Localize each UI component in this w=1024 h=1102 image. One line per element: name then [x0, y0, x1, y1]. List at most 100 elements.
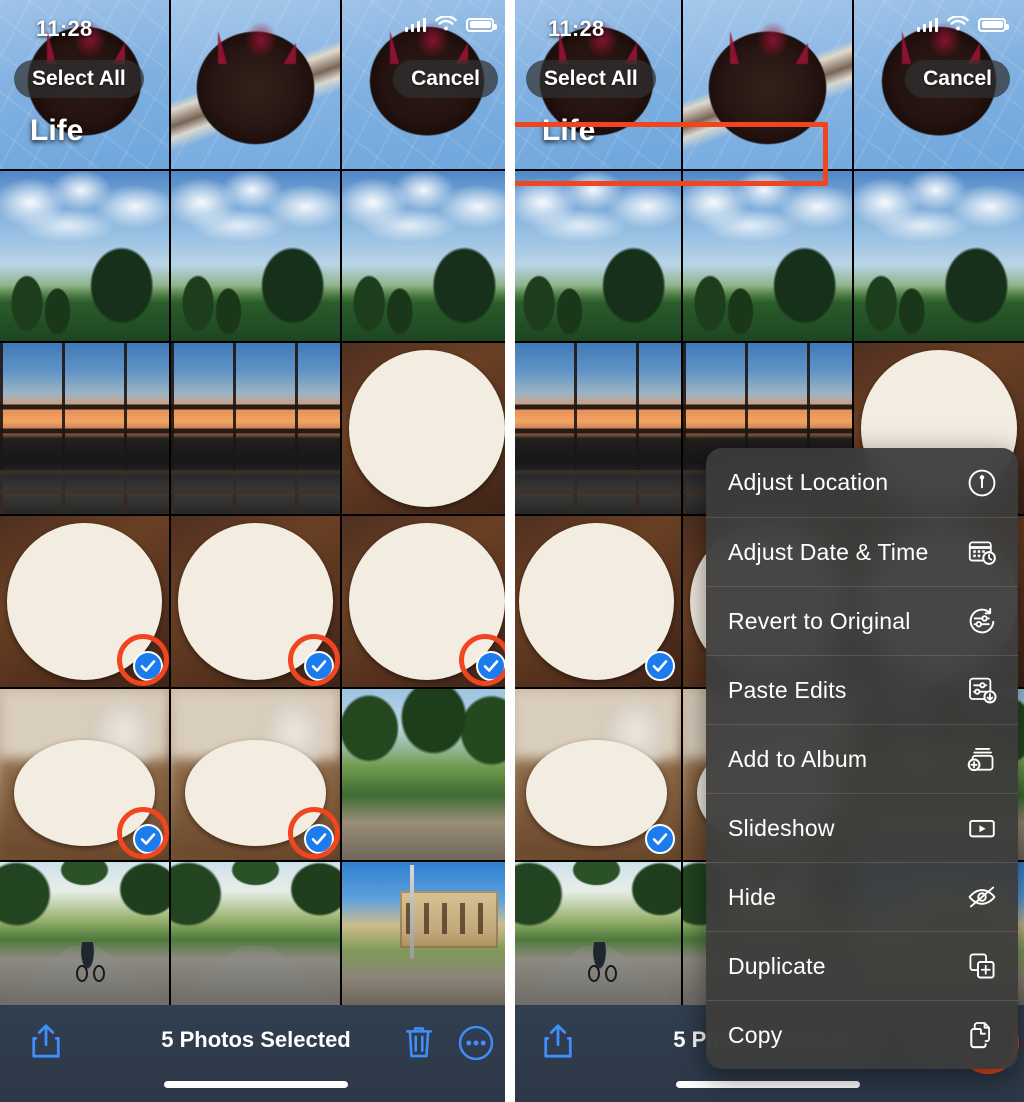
cancel-button[interactable]: Cancel [393, 60, 498, 98]
tree-line [854, 242, 1024, 341]
photo-cell[interactable] [854, 171, 1024, 341]
menu-item-label: Adjust Date & Time [728, 538, 929, 565]
photo-cell[interactable] [342, 171, 512, 341]
photo-thumbnail-sunset-2 [171, 343, 340, 514]
fruit-arrangement [536, 751, 658, 837]
menu-item-adjust-date-time[interactable]: Adjust Date & Time [706, 517, 1018, 586]
tree-canopy [171, 862, 340, 943]
calendar-clock-icon [966, 536, 998, 568]
menu-item-duplicate[interactable]: Duplicate [706, 931, 1018, 1000]
cellular-signal-icon [404, 17, 426, 32]
photo-cell[interactable] [512, 516, 681, 687]
duplicate-squares-icon [966, 950, 998, 982]
fruit-arrangement [357, 531, 496, 671]
selection-check-badge[interactable] [304, 824, 334, 854]
photo-thumbnail-building [342, 862, 512, 1005]
menu-item-slideshow[interactable]: Slideshow [706, 793, 1018, 862]
bicycle-wheel [604, 964, 617, 983]
menu-item-paste-edits[interactable]: Paste Edits [706, 655, 1018, 724]
photo-cell[interactable] [512, 862, 681, 1005]
photo-cell[interactable] [512, 171, 681, 341]
selection-check-badge[interactable] [645, 651, 675, 681]
fruit-arrangement [24, 751, 146, 837]
cancel-button[interactable]: Cancel [905, 60, 1010, 98]
photo-grid-left[interactable] [0, 0, 512, 1005]
photo-thumbnail-sunset-1 [0, 343, 169, 514]
battery-full-icon [466, 17, 497, 32]
photo-cell[interactable] [171, 689, 340, 860]
photo-cell[interactable] [342, 689, 512, 860]
menu-item-hide[interactable]: Hide [706, 862, 1018, 931]
album-title: Life [30, 114, 84, 147]
bicycle-wheel [588, 964, 600, 983]
photo-thumbnail-fruitplate-1 [342, 343, 512, 514]
bridge-railing-lower [512, 469, 681, 514]
photo-thumbnail-palms-2 [683, 171, 852, 341]
paste-edits-icon [966, 674, 998, 706]
photo-cell[interactable] [171, 343, 340, 514]
light-pole [410, 864, 414, 960]
selection-check-badge[interactable] [645, 824, 675, 854]
photo-cell[interactable] [0, 516, 169, 687]
screenshot-root: 11:28 Select All Cancel Life 5 Photos Se… [0, 0, 1024, 1102]
selection-check-badge[interactable] [133, 651, 163, 681]
status-bar: 11:28 [0, 0, 512, 46]
select-all-button[interactable]: Select All [14, 60, 144, 98]
photo-thumbnail-cyclist [512, 862, 681, 1005]
select-all-button[interactable]: Select All [526, 60, 656, 98]
wifi-icon [947, 16, 969, 31]
photo-cell[interactable] [171, 862, 340, 1005]
photo-cell[interactable] [0, 343, 169, 514]
fruit-arrangement [15, 531, 154, 671]
menu-item-copy[interactable]: Copy [706, 1000, 1018, 1069]
bicycle-wheel [92, 964, 105, 983]
copy-pages-icon [966, 1019, 998, 1051]
cellular-signal-icon [916, 17, 938, 32]
trash-icon[interactable] [404, 1023, 434, 1061]
menu-item-label: Paste Edits [728, 676, 847, 703]
context-menu[interactable]: Adjust Location Adjust Date & Time Rever… [706, 448, 1018, 1069]
tree-canopy [0, 862, 169, 943]
status-bar-indicators [404, 16, 497, 33]
fruit-arrangement [186, 531, 325, 671]
fruit-arrangement [527, 531, 666, 671]
status-bar: 11:28 [512, 0, 1024, 46]
menu-item-label: Adjust Location [728, 469, 889, 495]
status-bar-clock: 11:28 [36, 16, 93, 41]
status-bar-indicators [916, 16, 1009, 33]
fruit-arrangement [357, 358, 496, 498]
tree-canopy [342, 689, 512, 799]
fruit-arrangement [195, 751, 317, 837]
menu-item-label: Copy [728, 1021, 783, 1048]
menu-item-label: Revert to Original [728, 607, 911, 634]
battery-full-icon [978, 17, 1009, 32]
menu-item-label: Add to Album [728, 745, 868, 772]
eye-slash-icon [966, 881, 998, 913]
photo-cell[interactable] [0, 689, 169, 860]
photo-cell[interactable] [512, 689, 681, 860]
photo-cell[interactable] [512, 343, 681, 514]
photo-cell[interactable] [171, 516, 340, 687]
selection-check-badge[interactable] [133, 824, 163, 854]
photo-cell[interactable] [171, 171, 340, 341]
menu-item-adjust-location[interactable]: Adjust Location [706, 448, 1018, 517]
photo-thumbnail-road [171, 862, 340, 1005]
photo-cell[interactable] [0, 171, 169, 341]
selection-check-badge[interactable] [476, 651, 506, 681]
photo-cell[interactable] [342, 862, 512, 1005]
bridge-railing-lower [171, 469, 340, 514]
home-indicator [676, 1081, 860, 1088]
photo-cell[interactable] [683, 171, 852, 341]
bottom-toolbar-left: 5 Photos Selected [0, 1005, 512, 1102]
photo-cell[interactable] [342, 343, 512, 514]
photo-cell[interactable] [342, 516, 512, 687]
tree-line [342, 242, 512, 341]
more-ellipsis-icon[interactable] [458, 1025, 494, 1061]
menu-item-revert-to-original[interactable]: Revert to Original [706, 586, 1018, 655]
menu-item-add-to-album[interactable]: Add to Album [706, 724, 1018, 793]
selection-check-badge[interactable] [304, 651, 334, 681]
photo-cell[interactable] [0, 862, 169, 1005]
tree-canopy [512, 862, 681, 943]
selection-count-label: 5 Photos Selected [161, 1027, 351, 1052]
bridge-railing-lower [0, 469, 169, 514]
